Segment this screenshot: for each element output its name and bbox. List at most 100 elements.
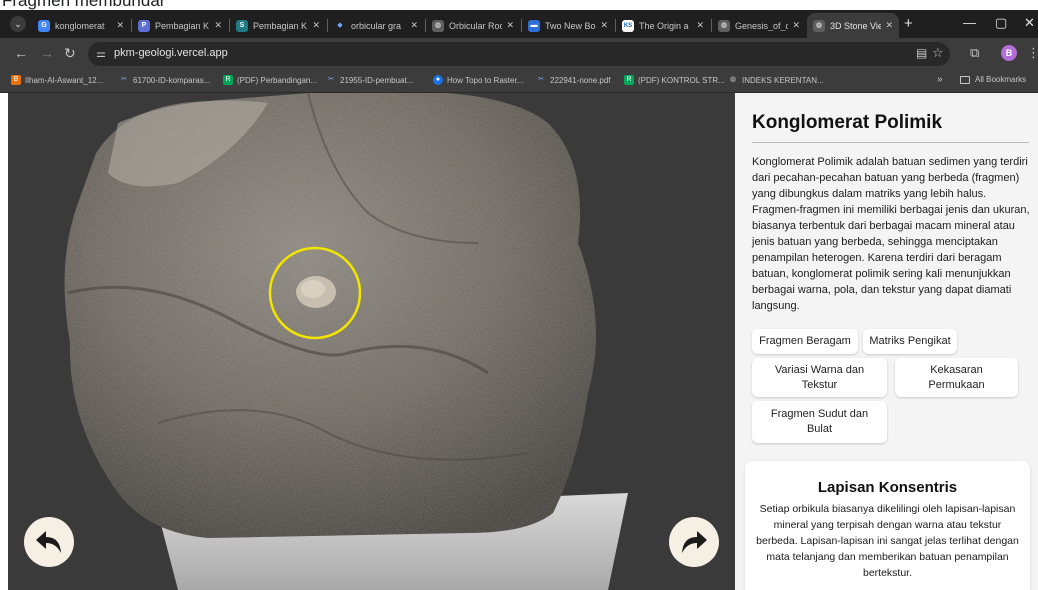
scissors-icon: ✂ [121,76,127,83]
maximize-icon[interactable]: ▢ [995,14,1007,32]
tab-strip: ⌄ G konglomerat ✕ P Pembagian K ✕ S Pemb… [0,10,1038,38]
new-tab-button[interactable]: + [904,15,913,33]
previous-button[interactable] [24,517,74,567]
feature-chip-fragmen-beragam[interactable]: Fragmen Beragam [752,329,858,354]
close-icon[interactable]: ✕ [410,20,418,31]
diamond-icon: ◆ [337,21,343,29]
bookmark-item[interactable]: ✂ 222941-none.pdf [536,75,611,85]
caption-text: Fragmen membundar [2,0,166,10]
tab-konglomerat[interactable]: G konglomerat ✕ [32,13,130,38]
tab-label: Pembagian K [253,20,308,31]
tab-pembagian-1[interactable]: P Pembagian K ✕ [132,13,228,38]
detail-card: Lapisan Konsentris Setiap orbikula biasa… [745,461,1030,590]
tab-label: Two New Bo [545,20,596,31]
close-icon[interactable]: ✕ [506,20,514,31]
translate-icon[interactable]: ▤ [916,46,927,60]
bookmark-label: 21955-ID-pembuat... [340,75,414,85]
curved-arrow-left-icon [36,531,61,553]
card-text: Setiap orbikula biasanya dikelilingi ole… [756,503,1019,579]
tab-label: Pembagian K [155,20,210,31]
more-bookmarks-chevron-icon[interactable]: » [937,74,943,85]
tab-two-new-books[interactable]: ▬ Two New Bo ✕ [522,13,614,38]
bookmark-item[interactable]: ◍ INDEKS KERENTAN... [728,75,824,85]
forward-icon[interactable]: → [40,45,54,61]
feature-chip-fragmen-sudut[interactable]: Fragmen Sudut dan Bulat [752,401,887,443]
bookmark-label: 222941-none.pdf [550,75,611,85]
tab-label: Genesis_of_c [735,20,789,31]
all-bookmarks-label: All Bookmarks [975,75,1027,84]
bookmark-label: INDEKS KERENTAN... [742,75,824,85]
site-settings-icon[interactable]: ⚌ [96,47,106,60]
bookmark-label: Ilham-Al-Aswant_12... [25,75,104,85]
ks-icon: KS [622,19,634,32]
title-divider [752,142,1029,143]
screenshot-caption: Fragmen membundar [0,0,1038,10]
image-icon: ▬ [528,19,540,32]
browser-chrome: ⌄ G konglomerat ✕ P Pembagian K ✕ S Pemb… [0,10,1038,93]
tab-orbicular-rock[interactable]: ◍ Orbicular Roc ✕ [426,13,520,38]
scissors-icon: ✂ [538,76,544,83]
menu-kebab-icon[interactable]: ⋮ [1027,45,1038,61]
back-icon[interactable]: ← [14,45,28,61]
rock-description: Konglomerat Polimik adalah batuan sedime… [752,156,1030,312]
bookmark-item[interactable]: R (PDF) Perbandingan... [223,75,317,85]
gamma-icon: P [138,19,150,32]
blogger-icon: B [11,75,21,85]
info-panel: Konglomerat Polimik Konglomerat Polimik … [735,93,1038,590]
reload-icon[interactable]: ↻ [64,45,76,61]
tab-label: Orbicular Roc [449,20,503,31]
rock-model-render[interactable] [8,93,735,590]
close-icon[interactable]: ✕ [312,20,320,31]
address-bar[interactable]: ⚌ pkm-geologi.vercel.app ▤ [88,42,950,66]
page-title: Konglomerat Polimik [752,112,943,133]
tab-search-icon[interactable]: ⌄ [10,16,26,32]
feature-chip-matriks-pengikat[interactable]: Matriks Pengikat [863,329,957,354]
extensions-icon[interactable]: ⧉ [970,45,979,61]
3d-stone-viewer[interactable] [8,93,735,590]
globe-icon: ◍ [729,76,737,83]
globe-icon: ◍ [432,19,444,32]
tab-label: The Origin a [639,20,689,31]
tab-label: konglomerat [55,20,105,31]
url-text: pkm-geologi.vercel.app [114,47,228,59]
folder-icon [960,75,970,84]
globe-icon: ◍ [813,19,825,32]
feature-chip-kekasaran[interactable]: Kekasaran Permukaan [895,358,1018,397]
close-window-icon[interactable]: ✕ [1024,14,1035,32]
bookmark-item[interactable]: ✂ 21955-ID-pembuat... [326,75,413,85]
circle-logo-icon: ● [433,75,443,85]
globe-icon: ◍ [718,19,730,32]
researchgate-icon: R [223,75,233,85]
bookmark-label: How Topo to Raster... [447,75,524,85]
bookmark-label: 61700-ID-komparas... [133,75,211,85]
tab-label: orbicular gra [351,20,402,31]
tab-orbicular-granite[interactable]: ◆ orbicular gra ✕ [328,13,424,38]
bookmark-item[interactable]: R (PDF) KONTROL STR... [624,75,725,85]
tab-pembagian-2[interactable]: S Pembagian K ✕ [230,13,326,38]
bookmark-item[interactable]: ✂ 61700-ID-komparas... [119,75,210,85]
next-button[interactable] [669,517,719,567]
tab-genesis[interactable]: ◍ Genesis_of_c ✕ [712,13,806,38]
all-bookmarks-button[interactable]: All Bookmarks [960,75,1026,84]
close-icon[interactable]: ✕ [214,20,222,31]
close-icon[interactable]: ✕ [885,20,893,31]
scribd-icon: S [236,19,248,32]
close-icon[interactable]: ✕ [116,20,124,31]
profile-avatar[interactable]: B [1001,45,1017,61]
tab-the-origin[interactable]: KS The Origin a ✕ [616,13,710,38]
close-icon[interactable]: ✕ [792,20,800,31]
bookmark-item[interactable]: B Ilham-Al-Aswant_12... [11,75,103,85]
close-icon[interactable]: ✕ [600,20,608,31]
bookmark-label: (PDF) KONTROL STR... [638,75,725,85]
browser-toolbar: ← → ↻ ⚌ pkm-geologi.vercel.app ▤ ☆ ⧉ B ⋮ [0,38,1038,70]
bookmark-item[interactable]: ● How Topo to Raster... [433,75,523,85]
minimize-icon[interactable]: — [963,14,976,32]
bookmark-label: (PDF) Perbandingan... [237,75,318,85]
curved-arrow-right-icon [682,531,707,553]
feature-chip-variasi-warna[interactable]: Variasi Warna dan Tekstur [752,358,887,397]
researchgate-icon: R [624,75,634,85]
tab-3d-stone-viewer[interactable]: ◍ 3D Stone Vie ✕ [807,13,899,38]
close-icon[interactable]: ✕ [696,20,704,31]
bookmark-star-icon[interactable]: ☆ [932,45,944,61]
scissors-icon: ✂ [328,76,334,83]
